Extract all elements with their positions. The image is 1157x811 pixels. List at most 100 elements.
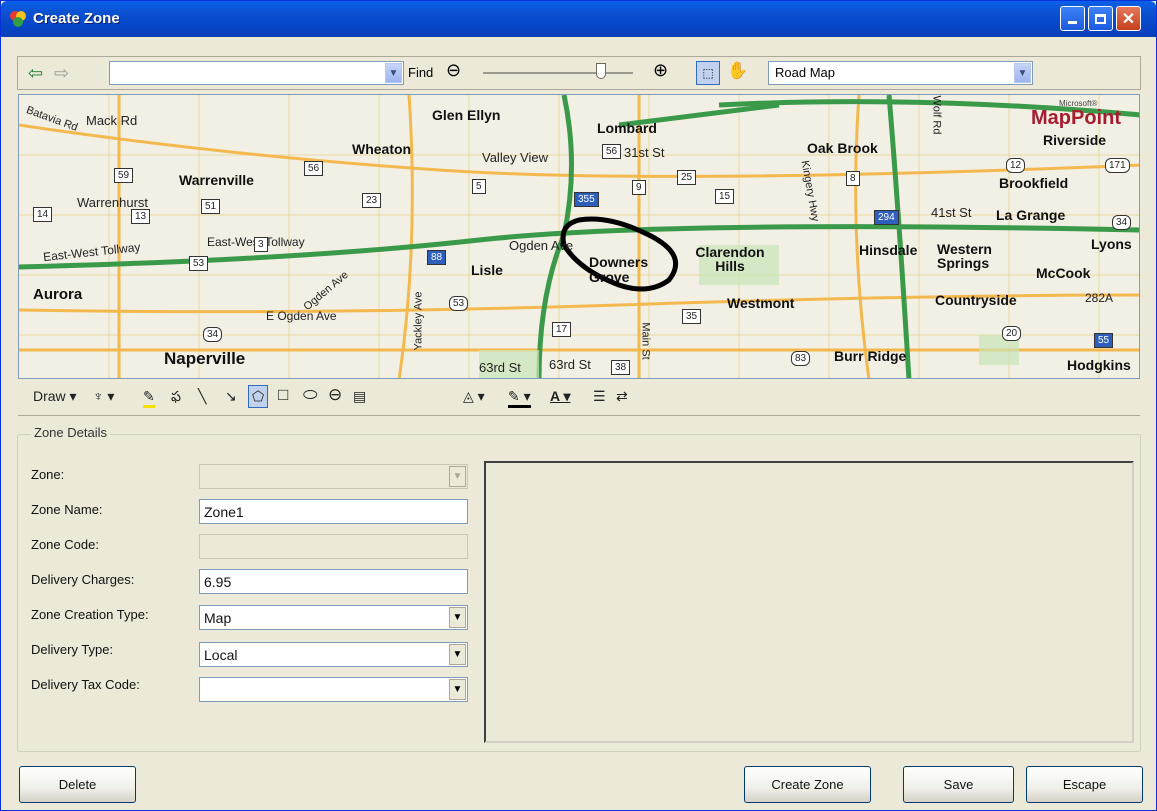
route-shield: 56	[602, 144, 622, 159]
zoom-slider[interactable]	[483, 72, 633, 74]
escape-button[interactable]: Escape	[1026, 766, 1143, 803]
route-shield: 17	[552, 322, 572, 337]
zoom-slider-thumb[interactable]	[596, 63, 606, 79]
chevron-down-icon[interactable]: ▼	[449, 679, 466, 700]
map-place-label: Warrenville	[179, 172, 254, 188]
back-arrow-icon[interactable]: ⇦	[28, 63, 43, 84]
freeform-polygon-icon[interactable]: ⬠	[248, 385, 269, 408]
map-place-label: Lisle	[471, 262, 503, 278]
delivery-charges-value: 6.95	[204, 574, 232, 590]
route-shield: 35	[682, 309, 702, 324]
map-place-label: Wolf Rd	[930, 95, 943, 135]
route-shield: 15	[715, 189, 735, 204]
chevron-down-icon[interactable]: ▼	[385, 63, 402, 83]
line-color-icon[interactable]: ✎ ▾	[508, 388, 531, 408]
zoom-in-icon[interactable]: ⊕	[653, 60, 668, 81]
chevron-down-icon[interactable]: ▼	[1014, 63, 1031, 83]
title-bar[interactable]: Create Zone ✕	[1, 1, 1156, 37]
zone-creation-type-label: Zone Creation Type:	[31, 607, 149, 622]
arrow-icon[interactable]: ↘	[225, 388, 237, 405]
map-view[interactable]: Microsoft® MapPoint Batavia Rd Mack Rd G…	[18, 94, 1140, 379]
fill-color-icon[interactable]: ◬ ▾	[463, 388, 485, 405]
delivery-charges-field[interactable]: 6.95	[199, 569, 468, 594]
delivery-tax-code-select[interactable]: ▼	[199, 677, 468, 702]
map-place-label: E Ogden Ave	[266, 309, 337, 323]
map-place-label: Downers Grove	[589, 254, 649, 285]
route-shield: 38	[611, 360, 631, 375]
delivery-type-value: Local	[204, 647, 238, 663]
pan-hand-icon[interactable]: ✋	[727, 61, 748, 81]
minimize-button[interactable]	[1060, 6, 1085, 31]
route-shield: 34	[203, 327, 223, 342]
oval-icon[interactable]: ⬭	[303, 385, 318, 405]
map-place-label: Yackley Ave	[412, 291, 425, 351]
radius-circle-icon[interactable]: ⊖	[328, 385, 342, 405]
mappoint-logo: MapPoint	[1031, 107, 1121, 129]
map-place-label: Aurora	[33, 286, 83, 303]
chevron-down-icon[interactable]: ▼	[449, 607, 466, 628]
forward-arrow-icon[interactable]: ⇨	[54, 63, 69, 84]
chevron-down-icon[interactable]: ▼	[449, 466, 466, 487]
map-place-label: Hodgkins	[1067, 357, 1131, 373]
interstate-shield: 294	[874, 210, 899, 225]
zone-label: Zone:	[31, 467, 65, 482]
map-place-label: Warrenhurst	[77, 195, 149, 210]
route-shield: 5	[472, 179, 486, 194]
find-button[interactable]: Find	[408, 65, 433, 80]
map-place-label: Ogden Ave	[509, 238, 574, 253]
text-box-icon[interactable]: ▤	[353, 388, 366, 405]
map-place-label: Lyons	[1091, 236, 1132, 252]
zone-creation-type-select[interactable]: Map ▼	[199, 605, 468, 630]
minimize-icon	[1068, 21, 1077, 24]
font-color-icon[interactable]: A ▾	[550, 388, 571, 405]
arrow-style-icon[interactable]: ⇄	[616, 388, 628, 405]
map-place-label: Brookfield	[999, 175, 1069, 191]
close-icon: ✕	[1121, 10, 1136, 28]
zone-select[interactable]: ▼	[199, 464, 468, 489]
delivery-type-select[interactable]: Local ▼	[199, 642, 468, 667]
map-place-label: 63rd St	[549, 357, 591, 372]
zoom-out-icon[interactable]: ⊖	[446, 60, 461, 81]
rectangle-icon[interactable]: □	[278, 385, 288, 405]
map-place-label: Clarendon Hills	[695, 244, 765, 274]
delete-button[interactable]: Delete	[19, 766, 136, 803]
map-place-label: Naperville	[164, 349, 246, 368]
map-place-label: Western Springs	[937, 241, 992, 271]
route-shield: 23	[362, 193, 382, 208]
interstate-shield: 55	[1094, 333, 1114, 348]
pushpin-icon[interactable]: ♆ ▾	[93, 388, 114, 405]
address-combo[interactable]: ▼	[109, 61, 404, 85]
chevron-down-icon[interactable]: ▼	[449, 644, 466, 665]
create-zone-window: Create Zone ✕ ⇦ ⇨ ▼ Find ⊖ ⊕ ⬚ ✋ Road Ma…	[0, 0, 1157, 811]
interstate-shield: 355	[574, 192, 599, 207]
map-roads	[19, 95, 1139, 378]
route-shield: 25	[677, 170, 697, 185]
map-place-label: Wheaton	[352, 141, 412, 157]
save-button[interactable]: Save	[903, 766, 1014, 803]
map-place-label: 41st St	[931, 205, 972, 220]
line-icon[interactable]: ╲	[198, 388, 206, 405]
freeform-icon[interactable]: ఫ	[171, 388, 181, 408]
select-pointer-icon[interactable]: ⬚	[696, 61, 720, 85]
close-button[interactable]: ✕	[1116, 6, 1141, 31]
route-shield: 53	[189, 256, 209, 271]
route-shield: 9	[632, 180, 646, 195]
route-shield: 14	[33, 207, 53, 222]
delivery-type-label: Delivery Type:	[31, 642, 114, 657]
maximize-button[interactable]	[1088, 6, 1113, 31]
line-style-icon[interactable]: ☰	[593, 388, 606, 405]
zone-code-field[interactable]	[199, 534, 468, 559]
highlighter-icon[interactable]: ✎	[143, 388, 155, 408]
zone-preview-panel	[484, 461, 1134, 743]
route-shield: 3	[254, 237, 268, 252]
zone-name-field[interactable]: Zone1	[199, 499, 468, 524]
route-shield: 51	[201, 199, 221, 214]
route-shield: 56	[304, 161, 324, 176]
create-zone-button[interactable]: Create Zone	[744, 766, 871, 803]
map-style-select[interactable]: Road Map ▼	[768, 61, 1033, 85]
map-place-label: Countryside	[935, 292, 1017, 308]
map-place-label: 282A	[1085, 291, 1114, 305]
draw-menu-button[interactable]: Draw ▾	[33, 388, 77, 405]
drawing-toolbar: Draw ▾ ♆ ▾ ✎ ఫ ╲ ↘ ⬠ □ ⬭ ⊖ ▤ ◬ ▾ ✎ ▾ A ▾…	[18, 381, 1140, 416]
map-place-label: La Grange	[996, 207, 1066, 223]
